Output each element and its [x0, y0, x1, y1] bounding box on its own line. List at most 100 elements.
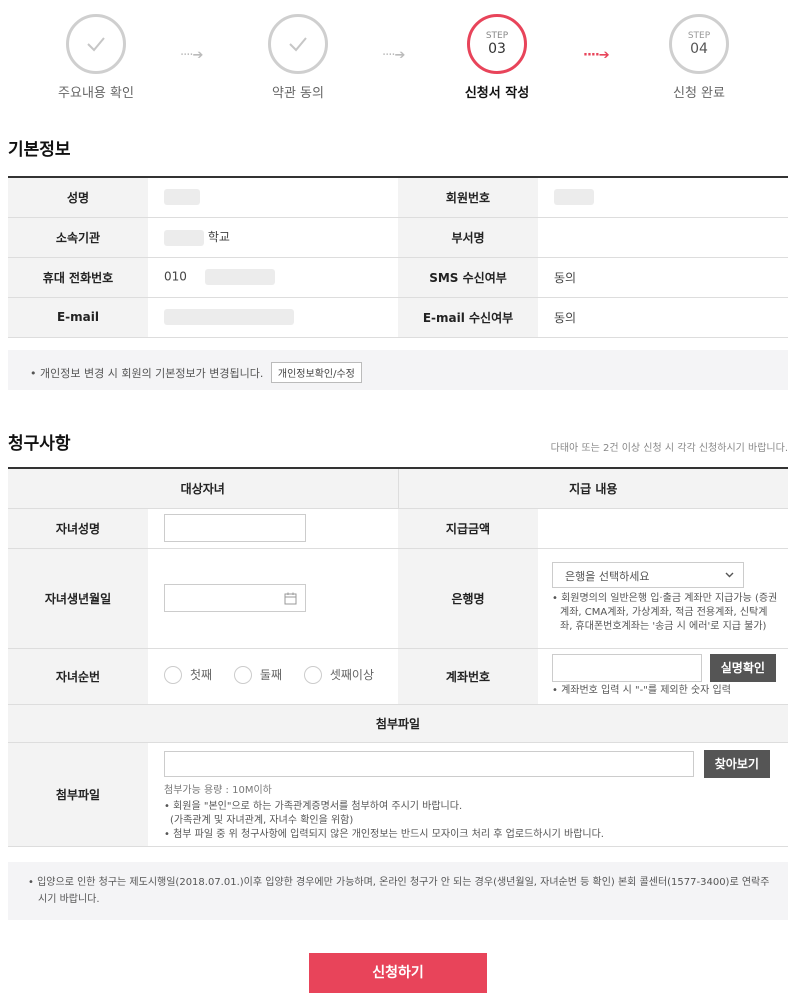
redacted-value [554, 189, 594, 206]
step-4: STEP 04 신청 완료 [629, 14, 769, 101]
attach-header: 첨부파일 [8, 704, 788, 743]
basic-info-title: 기본정보 [8, 140, 71, 160]
step-arrow: ····➔ [382, 48, 405, 63]
redacted-value [164, 189, 200, 206]
amount-value [538, 508, 788, 549]
dept-label: 부서명 [398, 217, 538, 258]
step-1-circle [66, 14, 126, 74]
account-label: 계좌번호 [398, 648, 538, 705]
step-arrow-active: ····➔ [583, 48, 610, 63]
amount-label: 지급금액 [398, 508, 538, 549]
step-arrow: ····➔ [180, 48, 203, 63]
email-consent-value: 동의 [538, 297, 788, 338]
step-progress: 주요내용 확인 ····➔ 약관 동의 ····➔ STEP 03 신청서 작성… [0, 14, 800, 104]
order-radio-first-label: 첫째 [190, 668, 213, 682]
submit-button[interactable]: 신청하기 [309, 953, 487, 993]
bank-cell: 은행을 선택하세요 • 회원명의의 일반은행 입·출금 계좌만 지급가능 (증권… [538, 548, 788, 649]
check-icon [289, 37, 307, 52]
birth-label: 자녀생년월일 [8, 548, 148, 649]
org-suffix: 학교 [207, 230, 230, 245]
edit-personal-info-button[interactable]: 개인정보확인/수정 [270, 362, 362, 383]
step-2: 약관 동의 [228, 14, 368, 101]
step-4-circle: STEP 04 [669, 14, 729, 74]
birth-date-input[interactable] [164, 584, 306, 612]
radio-circle[interactable] [303, 665, 322, 684]
basic-info-table: 성명 회원번호 소속기관 학교 부서명 휴대 전화번호 010 SMS 수신여부… [8, 176, 788, 338]
bank-select[interactable]: 은행을 선택하세요 [552, 562, 744, 588]
sms-label: SMS 수신여부 [398, 257, 538, 298]
personal-info-notice: • 개인정보 변경 시 회원의 기본정보가 변경됩니다. 개인정보확인/수정 [8, 350, 788, 390]
bank-label: 은행명 [398, 548, 538, 649]
attach-limit: 첨부가능 용량 : 10M이하 [164, 785, 272, 796]
account-note-text: 계좌번호 입력 시 "-"를 제외한 숫자 입력 [561, 685, 731, 696]
member-no-value [538, 177, 788, 218]
email-label: E-mail [8, 297, 148, 338]
birth-cell [148, 548, 398, 649]
claim-title: 청구사항 [8, 434, 71, 454]
order-label: 자녀순번 [8, 648, 148, 705]
phone-prefix: 010 [164, 269, 187, 284]
bank-select-value: 은행을 선택하세요 [565, 570, 650, 583]
phone-label: 휴대 전화번호 [8, 257, 148, 298]
browse-button[interactable]: 찾아보기 [703, 750, 770, 778]
attach-cell: 찾아보기 첨부가능 용량 : 10M이하 • 회원을 "본인"으로 하는 가족관… [148, 742, 788, 847]
step-3-step-text: STEP [485, 31, 509, 41]
col-pay-header: 지급 내용 [398, 468, 788, 509]
radio-circle[interactable] [233, 665, 252, 684]
step-3: STEP 03 신청서 작성 [427, 14, 567, 101]
attach-note-1-text: 회원을 "본인"으로 하는 가족관계증명서를 첨부하여 주시기 바랍니다. [173, 801, 463, 812]
org-label: 소속기관 [8, 217, 148, 258]
child-name-label: 자녀성명 [8, 508, 148, 549]
account-cell: 실명확인 • 계좌번호 입력 시 "-"를 제외한 숫자 입력 [538, 648, 788, 705]
step-1: 주요내용 확인 [26, 14, 166, 101]
attach-file-input[interactable] [164, 751, 694, 777]
bank-note: • 회원명의의 일반은행 입·출금 계좌만 지급가능 (증권계좌, CMA계좌,… [552, 593, 778, 632]
attach-note-1b: (가족관계 및 자녀관계, 자녀수 확인을 위함) [170, 815, 354, 826]
email-consent-label: E-mail 수신여부 [398, 297, 538, 338]
step-3-number: 03 [488, 41, 506, 57]
member-no-label: 회원번호 [398, 177, 538, 218]
name-label: 성명 [8, 177, 148, 218]
claim-table: 대상자녀 지급 내용 자녀성명 지급금액 자녀생년월일 은행명 은행을 선택하세… [8, 467, 788, 847]
check-icon [87, 37, 105, 52]
order-radio-second-label: 둘째 [259, 668, 283, 682]
radio-circle[interactable] [164, 665, 182, 684]
order-radio-second[interactable]: 둘째 [233, 665, 283, 684]
notice-text: 개인정보 변경 시 회원의 기본정보가 변경됩니다. [40, 367, 264, 380]
order-cell: 첫째 둘째 셋째이상 [148, 648, 398, 705]
redacted-value [164, 229, 204, 246]
chevron-down-icon [725, 572, 734, 578]
bullet: • [28, 877, 34, 888]
order-radio-first[interactable]: 첫째 [164, 665, 213, 684]
step-4-number: 04 [690, 41, 708, 57]
dept-value [538, 217, 788, 258]
attach-label: 첨부파일 [8, 742, 148, 847]
sms-value: 동의 [538, 257, 788, 298]
attach-note-2-text: 첨부 파일 중 위 청구사항에 입력되지 않은 개인정보는 반드시 모자이크 처… [173, 829, 604, 840]
child-name-input[interactable] [164, 514, 306, 542]
step-1-label: 주요내용 확인 [58, 86, 134, 101]
step-4-step-text: STEP [687, 31, 711, 41]
verify-name-button[interactable]: 실명확인 [709, 654, 776, 682]
redacted-value [164, 309, 294, 325]
order-radio-third[interactable]: 셋째이상 [303, 665, 375, 684]
attach-note-1: • 회원을 "본인"으로 하는 가족관계증명서를 첨부하여 주시기 바랍니다. [164, 801, 463, 812]
org-value: 학교 [148, 217, 398, 258]
col-target-header: 대상자녀 [8, 468, 399, 509]
account-note: • 계좌번호 입력 시 "-"를 제외한 숫자 입력 [552, 685, 731, 696]
adoption-notice: • 입양으로 인한 청구는 제도시행일(2018.07.01.)이후 입양한 경… [8, 862, 788, 920]
name-value [148, 177, 398, 218]
claim-side-note: 다태아 또는 2건 이상 신청 시 각각 신청하시기 바랍니다. [550, 443, 788, 454]
account-input[interactable] [552, 654, 702, 682]
bank-note-text: 회원명의의 일반은행 입·출금 계좌만 지급가능 (증권계좌, CMA계좌, 가… [560, 593, 778, 632]
step-4-label: 신청 완료 [673, 86, 725, 101]
attach-note-2: • 첨부 파일 중 위 청구사항에 입력되지 않은 개인정보는 반드시 모자이크… [164, 829, 604, 840]
phone-value: 010 [148, 257, 398, 298]
adoption-notice-text: 입양으로 인한 청구는 제도시행일(2018.07.01.)이후 입양한 경우에… [37, 877, 770, 905]
calendar-icon[interactable] [284, 592, 297, 605]
order-radio-third-label: 셋째이상 [329, 668, 375, 682]
step-2-circle [268, 14, 328, 74]
bullet: • [30, 367, 37, 380]
step-2-label: 약관 동의 [272, 86, 324, 101]
email-value [148, 297, 398, 338]
